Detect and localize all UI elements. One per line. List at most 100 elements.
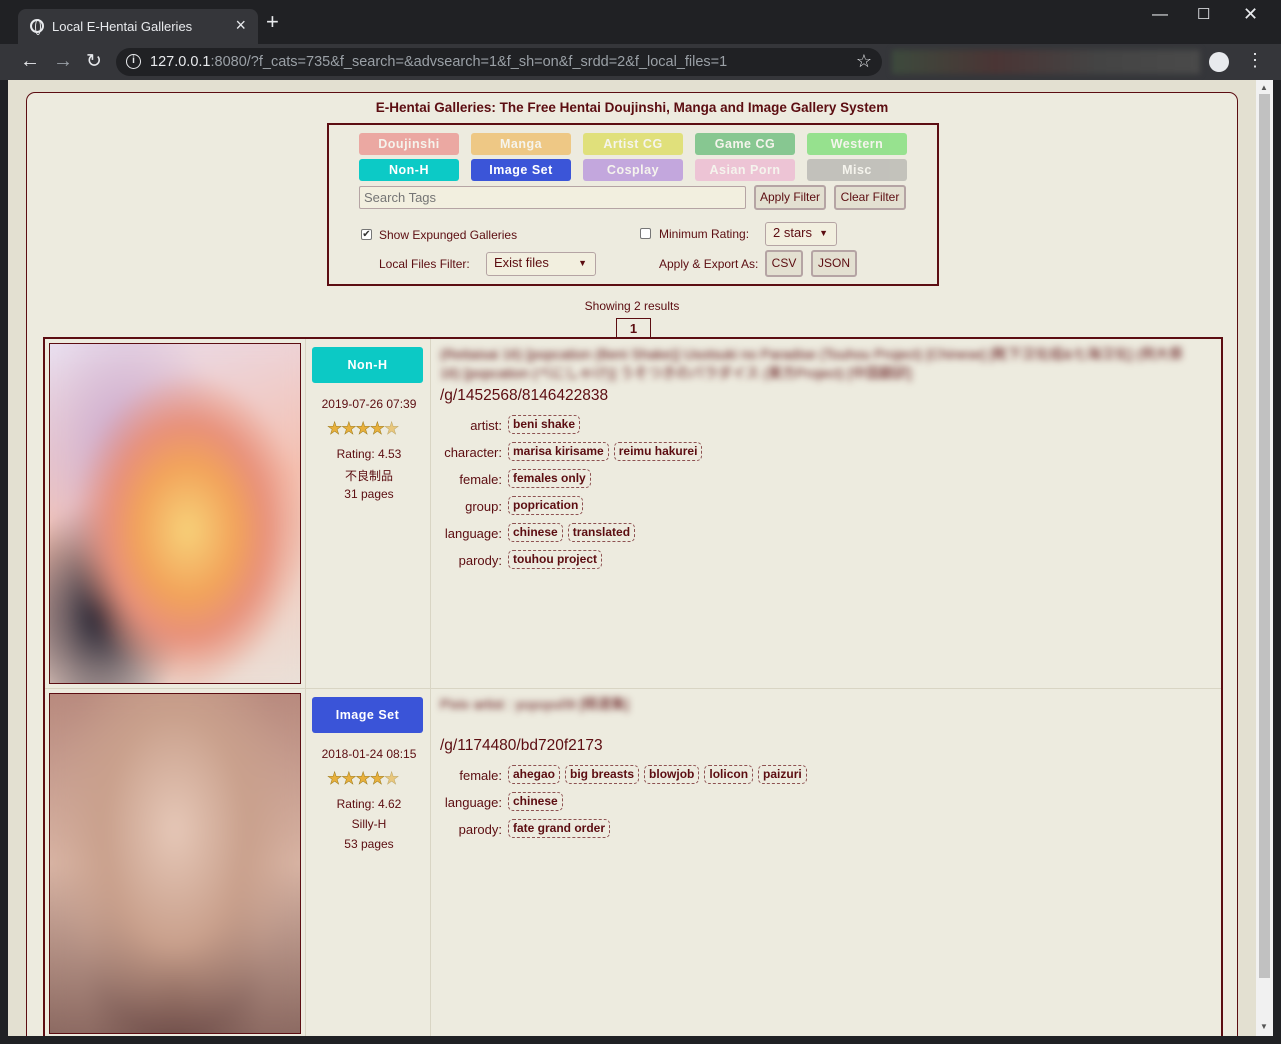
extensions-area	[892, 50, 1200, 74]
reload-icon[interactable]: ↻	[86, 50, 102, 73]
minimize-icon[interactable]: —	[1152, 6, 1168, 24]
forward-icon[interactable]: →	[53, 50, 73, 73]
uploader-name[interactable]: 不良制品	[307, 467, 431, 484]
new-tab-icon[interactable]: +	[266, 11, 279, 33]
tag-list: touhou project	[508, 550, 607, 569]
category-toggle-cosplay[interactable]: Cosplay	[583, 159, 683, 181]
uploader-name[interactable]: Silly-H	[307, 817, 431, 831]
tag-list: marisa kirisame reimu hakurei	[508, 442, 707, 461]
window-close-icon[interactable]: ✕	[1243, 4, 1258, 25]
scroll-down-icon[interactable]: ▼	[1260, 1022, 1268, 1031]
profile-avatar[interactable]	[1209, 52, 1229, 72]
tag-chip[interactable]: fate grand order	[508, 819, 611, 838]
tag-chip[interactable]: chinese	[508, 792, 563, 811]
category-toggle-western[interactable]: Western	[807, 133, 907, 155]
rating-stars: ★★★★★	[327, 419, 409, 439]
scrollbar-thumb[interactable]	[1259, 94, 1270, 978]
browser-tab[interactable]: Local E-Hentai Galleries ×	[18, 9, 258, 44]
export-csv-button[interactable]: CSV	[765, 250, 803, 277]
tag-namespace: parody:	[458, 553, 502, 568]
gallery-meta: Non-H 2019-07-26 07:39 ★★★★★ Rating: 4.53 不良…	[307, 339, 431, 688]
star-icon: ★	[327, 769, 343, 789]
expunged-checkbox[interactable]: ✔	[361, 229, 372, 240]
tag-chip[interactable]: big breasts	[565, 765, 640, 784]
tag-group: language: chinese	[432, 792, 1221, 814]
category-toggle-image-set[interactable]: Image Set	[471, 159, 571, 181]
page-scrollbar[interactable]: ▲ ▼	[1256, 80, 1273, 1036]
thumbnail-image	[50, 694, 300, 1033]
maximize-icon[interactable]: ☐	[1197, 5, 1210, 23]
min-rating-checkbox[interactable]	[640, 228, 651, 239]
tag-list: females only	[508, 469, 596, 488]
star-icon: ★	[341, 419, 357, 439]
gallery-link[interactable]: /g/1174480/bd720f2173	[440, 737, 603, 755]
posted-date: 2019-07-26 07:39	[321, 397, 417, 411]
tag-namespace: character:	[444, 445, 502, 460]
info-icon[interactable]: i	[126, 54, 141, 69]
star-icon: ★	[355, 419, 371, 439]
category-toggle-doujinshi[interactable]: Doujinshi	[359, 133, 459, 155]
gallery-thumbnail[interactable]	[49, 343, 301, 684]
tag-chip[interactable]: reimu hakurei	[613, 442, 703, 461]
gallery-link[interactable]: /g/1452568/8146422838	[440, 387, 608, 405]
category-toggle-misc[interactable]: Misc	[807, 159, 907, 181]
tag-chip[interactable]: translated	[567, 523, 636, 542]
tag-chip[interactable]: females only	[508, 469, 591, 488]
globe-icon	[30, 19, 44, 35]
browser-toolbar: ← → ↻ i 127.0.0.1:8080/?f_cats=735&f_sea…	[0, 44, 1281, 80]
clear-filter-button[interactable]: Clear Filter	[834, 185, 906, 210]
thumbnail-cell	[45, 339, 306, 688]
category-badge[interactable]: Non-H	[312, 347, 423, 383]
category-toggle-artist-cg[interactable]: Artist CG	[583, 133, 683, 155]
address-bar[interactable]: i 127.0.0.1:8080/?f_cats=735&f_search=&a…	[116, 48, 882, 76]
close-tab-icon[interactable]: ×	[235, 15, 246, 36]
main-container: E-Hentai Galleries: The Free Hentai Douj…	[26, 92, 1238, 1036]
tag-group: female: ahegao big breasts blowjob lolicon pa…	[432, 765, 1221, 787]
tag-namespace: female:	[459, 472, 502, 487]
posted-date: 2018-01-24 08:15	[321, 747, 417, 761]
page-count: 53 pages	[344, 837, 394, 851]
export-json-button[interactable]: JSON	[811, 250, 857, 277]
tag-namespace: language:	[444, 526, 502, 541]
tag-chip[interactable]: chinese	[508, 523, 563, 542]
category-toggle-non-h[interactable]: Non-H	[359, 159, 459, 181]
tag-chip[interactable]: paizuri	[758, 765, 807, 784]
tag-chip[interactable]: touhou project	[508, 550, 602, 569]
tag-chip[interactable]: ahegao	[508, 765, 561, 784]
back-icon[interactable]: ←	[20, 50, 40, 73]
star-icon: ★	[355, 769, 371, 789]
tag-chip[interactable]: blowjob	[644, 765, 700, 784]
min-rating-select[interactable]: 2 stars ▼	[765, 222, 837, 246]
category-toggle-game-cg[interactable]: Game CG	[695, 133, 795, 155]
star-icon: ★	[369, 419, 385, 439]
tag-chip[interactable]: beni shake	[508, 415, 581, 434]
category-toggle-asian-porn[interactable]: Asian Porn	[695, 159, 795, 181]
star-icon: ★	[369, 769, 385, 789]
category-badge[interactable]: Image Set	[312, 697, 423, 733]
gallery-info: Pixiv artist : yuyuyu09 [精選集] /g/1174480/…	[432, 689, 1221, 1036]
menu-kebab-icon[interactable]: ⋮	[1246, 50, 1264, 71]
gallery-title[interactable]: (Reitaisai 16) [popcation (Beni Shake)] …	[440, 345, 1200, 383]
page-number-current[interactable]: 1	[616, 318, 651, 338]
tag-namespace: group:	[465, 499, 502, 514]
tag-namespace: artist:	[470, 418, 502, 433]
bookmark-star-icon[interactable]: ☆	[856, 51, 872, 72]
browser-tab-strip: Local E-Hentai Galleries × + — ☐ ✕	[0, 0, 1281, 44]
tag-group: parody: touhou project	[432, 550, 1221, 572]
category-toggle-manga[interactable]: Manga	[471, 133, 571, 155]
export-label: Apply & Export As:	[659, 257, 759, 271]
gallery-title[interactable]: Pixiv artist : yuyuyu09 [精選集]	[440, 695, 1200, 714]
apply-filter-button[interactable]: Apply Filter	[754, 185, 826, 210]
local-filter-select[interactable]: Exist files ▼	[486, 252, 596, 276]
tag-chip[interactable]: lolicon	[704, 765, 754, 784]
url-text[interactable]: 127.0.0.1:8080/?f_cats=735&f_search=&adv…	[150, 54, 727, 70]
tag-namespace: female:	[459, 768, 502, 783]
search-input[interactable]	[359, 186, 746, 209]
gallery-thumbnail[interactable]	[49, 693, 301, 1034]
dropdown-arrow-icon: ▼	[819, 228, 828, 238]
star-icon: ★	[384, 419, 400, 439]
scroll-up-icon[interactable]: ▲	[1260, 83, 1268, 92]
page-count: 31 pages	[344, 487, 394, 501]
tag-chip[interactable]: poprication	[508, 496, 584, 515]
tag-chip[interactable]: marisa kirisame	[508, 442, 609, 461]
